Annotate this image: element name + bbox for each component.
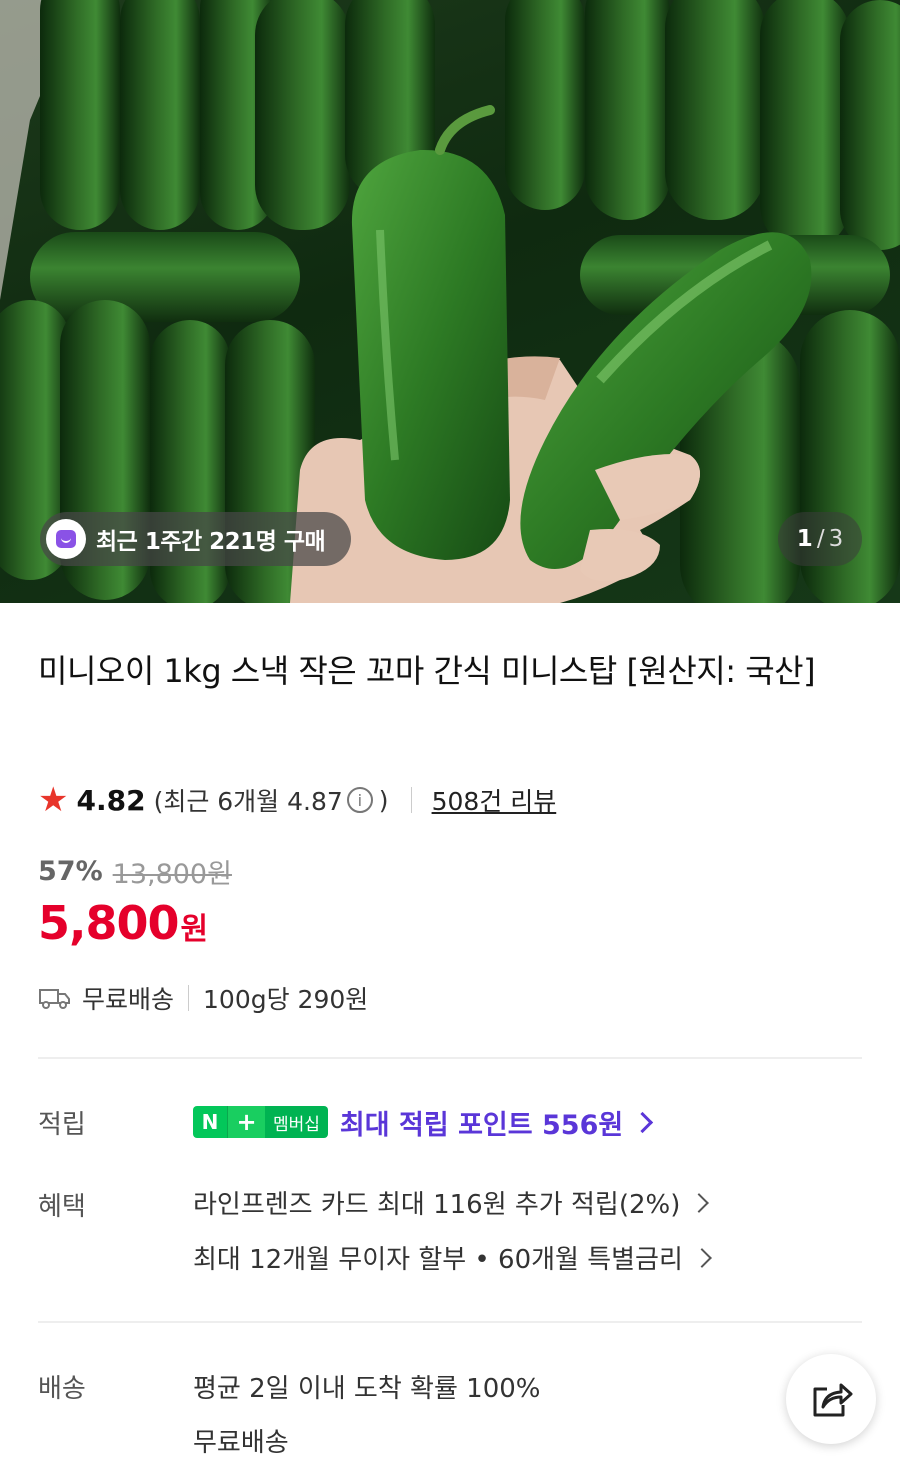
section-divider: [38, 1321, 862, 1323]
recent-rating-close: ): [378, 785, 389, 815]
sale-price-value: 5,800: [38, 896, 180, 950]
rating-row: ★ 4.82 (최근 6개월 4.87 i ) 508건 리뷰: [38, 780, 556, 820]
benefit-text: 최대 12개월 무이자 할부 • 60개월 특별금리: [193, 1245, 683, 1275]
benefit-text: 라인프렌즈 카드 최대 116원 추가 적립(2%): [193, 1190, 681, 1220]
membership-label: 멤버십: [265, 1106, 328, 1138]
chevron-right-icon: [632, 1111, 654, 1133]
product-image-carousel[interactable]: 최근 1주간 221명 구매 1 / 3: [0, 0, 900, 603]
share-icon: [813, 1383, 853, 1417]
pager-separator: /: [816, 526, 825, 552]
discount-rate: 57%: [38, 856, 103, 887]
divider: [188, 985, 190, 1011]
recent-rating: (최근 6개월 4.87 i ): [154, 782, 389, 818]
pager-total: 3: [828, 526, 844, 552]
chevron-right-icon: [692, 1247, 712, 1268]
delivery-probability-text: 평균 2일 이내 도착 확률 100%: [193, 1374, 541, 1404]
recent-rating-text: (최근 6개월 4.87: [153, 787, 343, 816]
info-icon[interactable]: i: [346, 787, 373, 813]
points-link[interactable]: N + 멤버십 최대 적립 포인트 556원: [193, 1102, 654, 1142]
delivery-fee-text: 무료배송: [193, 1428, 289, 1458]
purchase-count-text: 최근 1주간 221명 구매: [96, 529, 326, 555]
npay-membership-badge: N + 멤버십: [193, 1106, 328, 1138]
benefits-label: 혜택: [38, 1192, 86, 1222]
benefit-installment[interactable]: 최대 12개월 무이자 할부 • 60개월 특별금리: [193, 1239, 712, 1276]
section-divider: [38, 1057, 862, 1059]
image-pager: 1 / 3: [778, 512, 862, 566]
purchase-count-badge: 최근 1주간 221명 구매: [40, 512, 352, 566]
plus-icon: +: [227, 1106, 265, 1138]
shopping-bag-icon: [46, 519, 86, 559]
unit-price: 100g당 290원: [203, 985, 369, 1014]
max-points-text: 최대 적립 포인트 556원: [339, 1109, 624, 1141]
sale-price-unit: 원: [180, 912, 209, 947]
delivery-fee: 무료배송: [193, 1422, 289, 1459]
truck-icon: [39, 989, 70, 1009]
sale-price: 5,800 원: [38, 896, 208, 950]
delivery-probability: 평균 2일 이내 도착 확률 100%: [193, 1368, 540, 1405]
star-icon: ★: [38, 780, 69, 820]
shipping-text: 무료배송: [82, 985, 175, 1014]
rating-score: 4.82: [76, 783, 146, 817]
benefit-card-points[interactable]: 라인프렌즈 카드 최대 116원 추가 적립(2%): [193, 1184, 710, 1221]
divider: [410, 787, 412, 813]
product-title: 미니오이 1kg 스낵 작은 꼬마 간식 미니스탑 [원산지: 국산]: [38, 652, 816, 690]
share-button[interactable]: [786, 1354, 876, 1444]
delivery-label: 배송: [38, 1374, 86, 1404]
original-price: 13,800원: [112, 859, 232, 890]
discount-row: 57% 13,800원: [38, 852, 232, 891]
review-count-link[interactable]: 508건 리뷰: [432, 782, 557, 818]
chevron-right-icon: [689, 1192, 710, 1213]
pager-current: 1: [796, 526, 813, 552]
npay-n-logo: N: [193, 1106, 227, 1138]
shipping-row: 무료배송 100g당 290원: [38, 978, 368, 1018]
points-label: 적립: [38, 1110, 86, 1140]
